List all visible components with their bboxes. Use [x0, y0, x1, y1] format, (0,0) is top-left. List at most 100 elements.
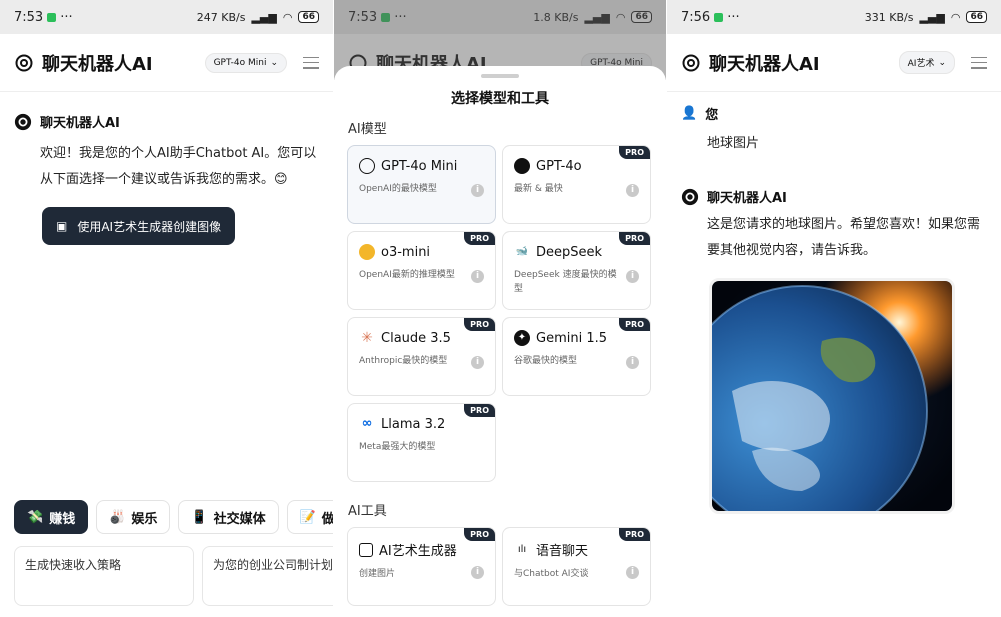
suggestion-card[interactable]: 生成快速收入策略	[14, 546, 194, 606]
model-name: Claude 3.5	[381, 330, 451, 346]
menu-icon[interactable]	[971, 56, 987, 69]
category-label: 赚钱	[49, 511, 76, 527]
model-card-gpt-4o-mini[interactable]: GPT-4o Mini OpenAI的最快模型 i	[347, 145, 496, 224]
info-icon[interactable]: i	[626, 184, 639, 197]
model-name: DeepSeek	[536, 244, 603, 260]
model-desc: 谷歌最快的模型	[514, 356, 578, 366]
voice-wave-icon: ılı	[517, 543, 527, 555]
model-name: Gemini 1.5	[536, 330, 608, 346]
pro-badge: PRO	[464, 528, 495, 541]
category-label: 做伙	[321, 511, 333, 527]
assistant-reply: 这是您请求的地球图片。希望您喜欢！如果您需要其他视觉内容，请告诉我。	[707, 217, 981, 258]
openai-icon	[514, 158, 530, 174]
assistant-header: 聊天机器人AI	[667, 187, 1001, 206]
model-name: o3-mini	[381, 244, 431, 260]
category-label: 社交媒体	[213, 511, 266, 527]
app-title: 聊天机器人AI	[709, 53, 820, 75]
pro-badge: PRO	[619, 232, 650, 245]
category-chips: 💸 赚钱 🎳 娱乐 📱 社交媒体 📝 做伙	[14, 500, 333, 534]
menu-icon[interactable]	[303, 56, 319, 69]
info-icon[interactable]: i	[471, 270, 484, 283]
bowling-icon: 🎳	[109, 509, 126, 525]
model-selector-label: GPT-4o Mini	[213, 57, 267, 68]
status-dots: ···	[727, 9, 740, 25]
model-desc: OpenAI的最快模型	[359, 184, 437, 194]
status-time: 7:53	[14, 9, 44, 25]
info-icon[interactable]: i	[626, 270, 639, 283]
model-name: GPT-4o Mini	[381, 158, 458, 174]
category-label: 娱乐	[131, 511, 158, 527]
tool-card-voice-chat[interactable]: PRO ılı 语音聊天 与Chatbot AI交谈 i	[502, 527, 651, 606]
model-card-deepseek[interactable]: PRO 🐋 DeepSeek DeepSeek 速度最快的模型 i	[502, 231, 651, 310]
assistant-name: 聊天机器人AI	[40, 116, 120, 131]
user-message: 地球图片	[707, 136, 760, 151]
tool-card-ai-art[interactable]: PRO AI艺术生成器 创建图片 i	[347, 527, 496, 606]
model-desc: 最新 & 最快	[514, 184, 563, 194]
generated-earth-image[interactable]	[709, 278, 955, 514]
ai-art-generator-button[interactable]: ▣ 使用AI艺术生成器创建图像	[42, 207, 236, 245]
pro-badge: PRO	[619, 146, 650, 159]
battery-icon: 66	[298, 11, 319, 23]
wifi-icon: ◠	[282, 10, 293, 24]
model-grid: GPT-4o Mini OpenAI的最快模型 i PRO GPT-4o 最新 …	[334, 137, 666, 482]
money-icon: 💸	[27, 509, 44, 525]
user-icon: 👤	[681, 106, 698, 121]
chat-screen-earth: 7:56 ··· 331 KB/s ▂▄▆ ◠ 66 聊天机器人AI AI艺术 ⌄ 👤 您…	[667, 0, 1001, 617]
suggestion-card[interactable]: 为您的创业公司制计划	[202, 546, 333, 606]
gemini-icon: ✦	[514, 330, 530, 346]
category-entertainment[interactable]: 🎳 娱乐	[96, 500, 171, 534]
tool-name: 语音聊天	[536, 544, 589, 559]
model-card-gemini[interactable]: PRO ✦ Gemini 1.5 谷歌最快的模型 i	[502, 317, 651, 396]
pro-badge: PRO	[464, 232, 495, 245]
tool-name: AI艺术生成器	[379, 544, 457, 559]
claude-icon: ✳	[361, 330, 373, 346]
earth-image-graphic	[712, 281, 952, 511]
sheet-title: 选择模型和工具	[451, 91, 549, 107]
model-desc: Anthropic最快的模型	[359, 356, 448, 366]
tool-desc: 与Chatbot AI交谈	[514, 569, 589, 579]
image-icon: ▣	[56, 219, 68, 233]
model-selector[interactable]: GPT-4o Mini ⌄	[204, 52, 287, 73]
info-icon[interactable]: i	[471, 184, 484, 197]
pro-badge: PRO	[464, 318, 495, 331]
info-icon[interactable]: i	[471, 356, 484, 369]
model-card-o3-mini[interactable]: PRO o3-mini OpenAI最新的推理模型 i	[347, 231, 496, 310]
model-name: GPT-4o	[536, 158, 582, 174]
network-speed: 331 KB/s	[864, 10, 914, 24]
category-more[interactable]: 📝 做伙	[286, 500, 333, 534]
signal-icon: ▂▄▆	[251, 10, 277, 24]
phone-icon: 📱	[191, 509, 208, 525]
openai-icon	[359, 158, 375, 174]
openai-logo-icon	[682, 54, 700, 71]
ai-art-button-label: 使用AI艺术生成器创建图像	[77, 219, 222, 234]
suggestion-cards: 生成快速收入策略 为您的创业公司制计划	[14, 546, 333, 606]
deepseek-icon: 🐋	[515, 246, 529, 257]
model-card-gpt-4o[interactable]: PRO GPT-4o 最新 & 最快 i	[502, 145, 651, 224]
pro-badge: PRO	[619, 318, 650, 331]
tool-grid: PRO AI艺术生成器 创建图片 i PRO ılı 语音聊天 与Chatbot …	[334, 519, 666, 606]
status-bar: 7:53 ··· 247 KB/s ▂▄▆ ◠ 66	[0, 0, 333, 34]
info-icon[interactable]: i	[626, 356, 639, 369]
network-speed: 247 KB/s	[196, 10, 246, 24]
info-icon[interactable]: i	[626, 566, 639, 579]
models-section-label: AI模型	[348, 122, 387, 137]
model-selector[interactable]: AI艺术 ⌄	[898, 51, 955, 74]
category-make-money[interactable]: 💸 赚钱	[14, 500, 89, 534]
drag-handle[interactable]	[481, 74, 519, 78]
openai-icon	[359, 244, 375, 260]
app-title: 聊天机器人AI	[42, 53, 153, 75]
openai-logo-icon	[14, 113, 32, 130]
model-card-llama[interactable]: PRO ∞ Llama 3.2 Meta最强大的模型	[347, 403, 496, 482]
status-dots: ···	[60, 9, 73, 25]
pro-badge: PRO	[619, 528, 650, 541]
image-icon	[359, 542, 373, 557]
info-icon[interactable]: i	[471, 566, 484, 579]
meta-icon: ∞	[361, 416, 373, 431]
tools-section-label: AI工具	[348, 504, 387, 519]
notification-icon	[47, 12, 57, 22]
pro-badge: PRO	[464, 404, 495, 417]
category-social-media[interactable]: 📱 社交媒体	[178, 500, 279, 534]
model-desc: OpenAI最新的推理模型	[359, 270, 455, 280]
wifi-icon: ◠	[950, 10, 961, 24]
model-card-claude[interactable]: PRO ✳ Claude 3.5 Anthropic最快的模型 i	[347, 317, 496, 396]
